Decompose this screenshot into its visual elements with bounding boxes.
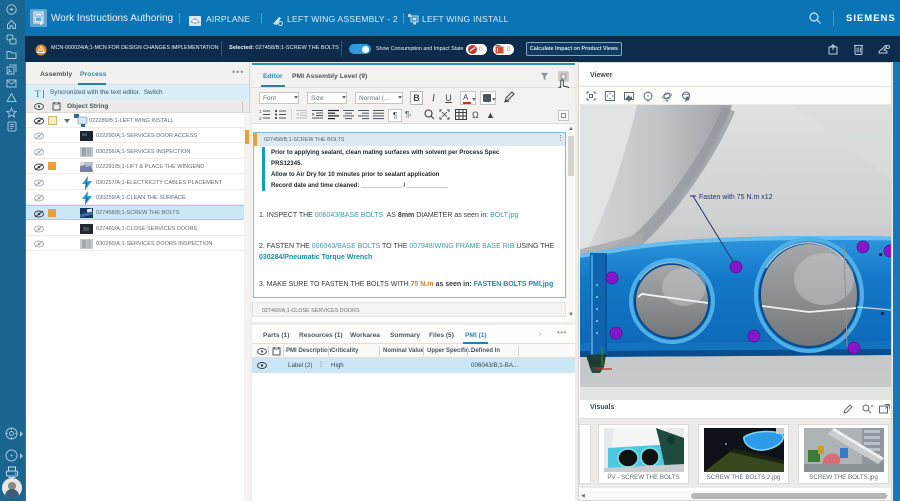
svg-text:2: 2	[259, 116, 262, 120]
svg-text:Fasten with 75 N.m x12: Fasten with 75 N.m x12	[699, 194, 773, 201]
svg-text:T: T	[35, 89, 41, 99]
svg-text:1: 1	[259, 109, 262, 114]
